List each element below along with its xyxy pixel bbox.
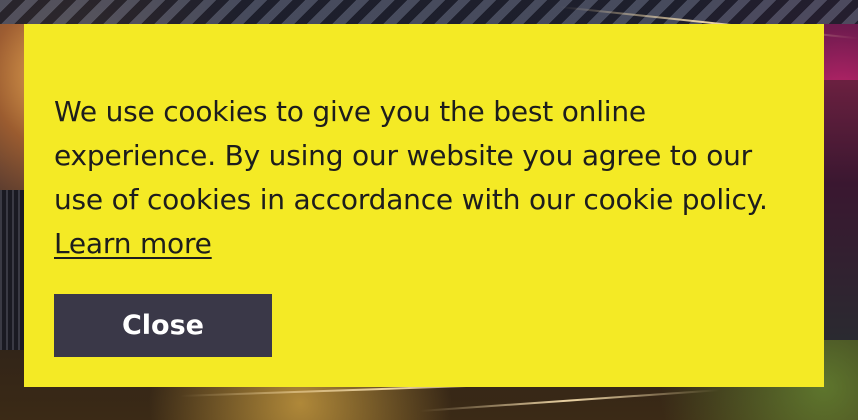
background-neon-panel (824, 80, 858, 340)
cookie-message-text: We use cookies to give you the best onli… (54, 95, 768, 216)
cookie-message-paragraph: We use cookies to give you the best onli… (54, 90, 794, 266)
learn-more-link[interactable]: Learn more (54, 227, 212, 260)
background-light-streak (419, 389, 720, 412)
close-button[interactable]: Close (54, 294, 272, 357)
cookie-consent-banner: We use cookies to give you the best onli… (24, 24, 824, 387)
background-ceiling-pattern (0, 0, 858, 24)
background-railing (0, 190, 24, 350)
